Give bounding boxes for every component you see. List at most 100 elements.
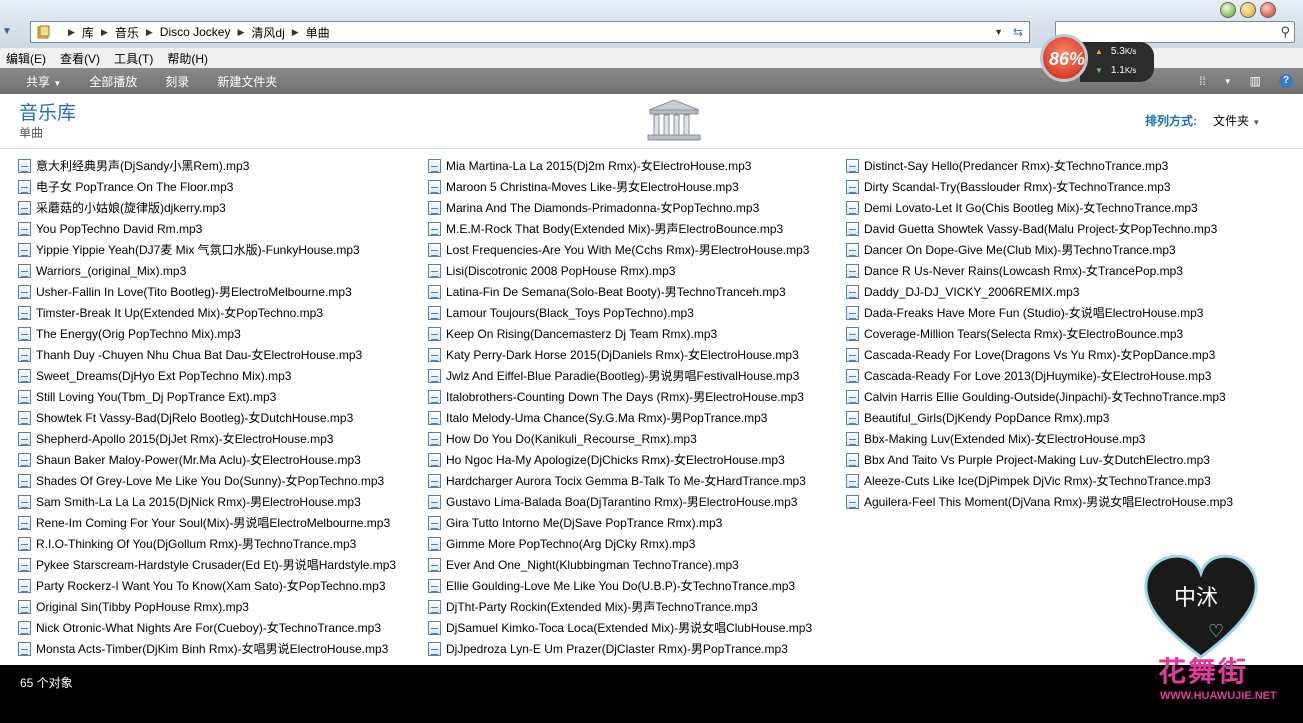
breadcrumb-item[interactable]: 清风dj: [251, 24, 284, 41]
share-button[interactable]: 共享 ▼: [26, 73, 61, 90]
file-item[interactable]: Still Loving You(Tbm_Dj PopTrance Ext).m…: [18, 386, 396, 407]
menu-edit[interactable]: 编辑(E): [4, 50, 48, 67]
file-item[interactable]: Cascada-Ready For Love(Dragons Vs Yu Rmx…: [846, 344, 1233, 365]
menu-help[interactable]: 帮助(H): [165, 50, 210, 67]
file-item[interactable]: Sweet_Dreams(DjHyo Ext PopTechno Mix).mp…: [18, 365, 396, 386]
file-item[interactable]: David Guetta Showtek Vassy-Bad(Malu Proj…: [846, 218, 1233, 239]
view-options-icon[interactable]: ⁞⁞: [1199, 74, 1206, 88]
file-item[interactable]: Party Rockerz-I Want You To Know(Xam Sat…: [18, 575, 396, 596]
audio-file-icon: [846, 347, 859, 362]
file-item[interactable]: Gustavo Lima-Balada Boa(DjTarantino Rmx)…: [428, 491, 812, 512]
file-item[interactable]: Calvin Harris Ellie Goulding-Outside(Jin…: [846, 386, 1233, 407]
file-item[interactable]: Ever And One_Night(Klubbingman TechnoTra…: [428, 554, 812, 575]
net-speed-widget[interactable]: 86% ▲ 5.3K/s ▼ 1.1K/s: [1040, 34, 1155, 86]
address-box[interactable]: ▶ 库 ▶ 音乐 ▶ Disco Jockey ▶ 清风dj ▶ 单曲 ▼ ⇆: [30, 21, 1030, 43]
file-item[interactable]: Cascada-Ready For Love 2013(DjHuymike)-女…: [846, 365, 1233, 386]
file-item[interactable]: Coverage-Million Tears(Selecta Rmx)-女Ele…: [846, 323, 1233, 344]
file-item[interactable]: Shepherd-Apollo 2015(DjJet Rmx)-女Electro…: [18, 428, 396, 449]
refresh-icon[interactable]: ⇆: [1013, 22, 1023, 42]
file-item[interactable]: Hardcharger Aurora Tocix Gemma B-Talk To…: [428, 470, 812, 491]
file-item[interactable]: Dirty Scandal-Try(Basslouder Rmx)-女Techn…: [846, 176, 1233, 197]
file-item[interactable]: Marina And The Diamonds-Primadonna-女PopT…: [428, 197, 812, 218]
file-name: You PopTechno David Rm.mp3: [36, 221, 203, 236]
file-item[interactable]: Thanh Duy -Chuyen Nhu Chua Bat Dau-女Elec…: [18, 344, 396, 365]
file-item[interactable]: Beautiful_Girls(DjKendy PopDance Rmx).mp…: [846, 407, 1233, 428]
file-item[interactable]: Shades Of Grey-Love Me Like You Do(Sunny…: [18, 470, 396, 491]
file-item[interactable]: Maroon 5 Christina-Moves Like-男女ElectroH…: [428, 176, 812, 197]
file-item[interactable]: Mia Martina-La La 2015(Dj2m Rmx)-女Electr…: [428, 155, 812, 176]
file-item[interactable]: Nick Otronic-What Nights Are For(Cueboy)…: [18, 617, 396, 638]
chevron-down-icon[interactable]: ▼: [1224, 77, 1232, 86]
file-item[interactable]: Dancer On Dope-Give Me(Club Mix)-男Techno…: [846, 239, 1233, 260]
file-item[interactable]: Daddy_DJ-DJ_VICKY_2006REMIX.mp3: [846, 281, 1233, 302]
file-item[interactable]: DjTht-Party Rockin(Extended Mix)-男声Techn…: [428, 596, 812, 617]
file-item[interactable]: Demi Lovato-Let It Go(Chis Bootleg Mix)-…: [846, 197, 1233, 218]
file-item[interactable]: DjJpedroza Lyn-E Um Prazer(DjClaster Rmx…: [428, 638, 812, 659]
file-item[interactable]: Gimme More PopTechno(Arg DjCky Rmx).mp3: [428, 533, 812, 554]
file-item[interactable]: Usher-Fallin In Love(Tito Bootleg)-男Elec…: [18, 281, 396, 302]
file-item[interactable]: Lost Frequencies-Are You With Me(Cchs Rm…: [428, 239, 812, 260]
file-name: Dance R Us-Never Rains(Lowcash Rmx)-女Tra…: [864, 264, 1183, 278]
chevron-right-icon[interactable]: ▶: [146, 27, 153, 38]
file-item[interactable]: M.E.M-Rock That Body(Extended Mix)-男声Ele…: [428, 218, 812, 239]
file-item[interactable]: R.I.O-Thinking Of You(DjGollum Rmx)-男Tec…: [18, 533, 396, 554]
arrange-by-dropdown[interactable]: 文件夹 ▼: [1213, 112, 1260, 129]
preview-pane-icon[interactable]: ▥: [1250, 74, 1261, 88]
file-item[interactable]: Dada-Freaks Have More Fun (Studio)-女说唱El…: [846, 302, 1233, 323]
file-item[interactable]: Rene-Im Coming For Your Soul(Mix)-男说唱Ele…: [18, 512, 396, 533]
file-item[interactable]: DjSamuel Kimko-Toca Loca(Extended Mix)-男…: [428, 617, 812, 638]
file-item[interactable]: Shaun Baker Maloy-Power(Mr.Ma Aclu)-女Ele…: [18, 449, 396, 470]
close-button[interactable]: [1260, 2, 1276, 18]
file-item[interactable]: 电子女 PopTrance On The Floor.mp3: [18, 176, 396, 197]
file-item[interactable]: The Energy(Orig PopTechno Mix).mp3: [18, 323, 396, 344]
file-item[interactable]: 采蘑菇的小姑娘(旋律版)djkerry.mp3: [18, 197, 396, 218]
burn-button[interactable]: 刻录: [165, 73, 189, 90]
breadcrumb-item[interactable]: 库: [82, 24, 94, 41]
help-icon[interactable]: ?: [1279, 74, 1293, 88]
file-item[interactable]: Bbx And Taito Vs Purple Project-Making L…: [846, 449, 1233, 470]
file-item[interactable]: Ho Ngoc Ha-My Apologize(DjChicks Rmx)-女E…: [428, 449, 812, 470]
chevron-right-icon[interactable]: ▶: [292, 27, 299, 38]
file-item[interactable]: Distinct-Say Hello(Predancer Rmx)-女Techn…: [846, 155, 1233, 176]
search-icon[interactable]: ⚲: [1280, 24, 1290, 40]
file-item[interactable]: You PopTechno David Rm.mp3: [18, 218, 396, 239]
file-item[interactable]: How Do You Do(Kanikuli_Recourse_Rmx).mp3: [428, 428, 812, 449]
file-item[interactable]: Keep On Rising(Dancemasterz Dj Team Rmx)…: [428, 323, 812, 344]
file-item[interactable]: Gira Tutto Intorno Me(DjSave PopTrance R…: [428, 512, 812, 533]
file-item[interactable]: Latina-Fin De Semana(Solo-Beat Booty)-男T…: [428, 281, 812, 302]
file-item[interactable]: Aleeze-Cuts Like Ice(DjPimpek DjVic Rmx)…: [846, 470, 1233, 491]
minimize-button[interactable]: [1220, 2, 1236, 18]
play-all-button[interactable]: 全部播放: [89, 73, 137, 90]
maximize-button[interactable]: [1240, 2, 1256, 18]
file-item[interactable]: Dance R Us-Never Rains(Lowcash Rmx)-女Tra…: [846, 260, 1233, 281]
chevron-right-icon[interactable]: ▶: [101, 27, 108, 38]
file-item[interactable]: Warriors_(original_Mix).mp3: [18, 260, 396, 281]
file-item[interactable]: Katy Perry-Dark Horse 2015(DjDaniels Rmx…: [428, 344, 812, 365]
file-item[interactable]: Ellie Goulding-Love Me Like You Do(U.B.P…: [428, 575, 812, 596]
file-item[interactable]: Timster-Break It Up(Extended Mix)-女PopTe…: [18, 302, 396, 323]
nav-dropdown-icon[interactable]: ▼: [2, 26, 12, 37]
file-item[interactable]: Jwlz And Eiffel-Blue Paradie(Bootleg)-男说…: [428, 365, 812, 386]
breadcrumb-item[interactable]: 音乐: [115, 24, 139, 41]
file-item[interactable]: Aguilera-Feel This Moment(DjVana Rmx)-男说…: [846, 491, 1233, 512]
file-item[interactable]: Original Sin(Tibby PopHouse Rmx).mp3: [18, 596, 396, 617]
file-item[interactable]: Sam Smith-La La La 2015(DjNick Rmx)-男Ele…: [18, 491, 396, 512]
chevron-right-icon[interactable]: ▶: [237, 27, 244, 38]
file-item[interactable]: Italobrothers-Counting Down The Days (Rm…: [428, 386, 812, 407]
breadcrumb-item[interactable]: 单曲: [306, 24, 330, 41]
file-item[interactable]: Lisi(Discotronic 2008 PopHouse Rmx).mp3: [428, 260, 812, 281]
file-item[interactable]: Monsta Acts-Timber(DjKim Binh Rmx)-女唱男说E…: [18, 638, 396, 659]
new-folder-button[interactable]: 新建文件夹: [217, 73, 277, 90]
breadcrumb-item[interactable]: Disco Jockey: [160, 25, 231, 39]
file-item[interactable]: Showtek Ft Vassy-Bad(DjRelo Bootleg)-女Du…: [18, 407, 396, 428]
file-item[interactable]: Pykee Starscream-Hardstyle Crusader(Ed E…: [18, 554, 396, 575]
file-item[interactable]: Italo Melody-Uma Chance(Sy.G.Ma Rmx)-男Po…: [428, 407, 812, 428]
file-item[interactable]: Yippie Yippie Yeah(DJ7麦 Mix 气氛口水版)-Funky…: [18, 239, 396, 260]
menu-tools[interactable]: 工具(T): [112, 50, 155, 67]
file-item[interactable]: Bbx-Making Luv(Extended Mix)-女ElectroHou…: [846, 428, 1233, 449]
file-item[interactable]: 意大利经典男声(DjSandy小黑Rem).mp3: [18, 155, 396, 176]
file-item[interactable]: Lamour Toujours(Black_Toys PopTechno).mp…: [428, 302, 812, 323]
address-dropdown-icon[interactable]: ▼: [994, 22, 1003, 42]
menu-view[interactable]: 查看(V): [58, 50, 102, 67]
chevron-right-icon[interactable]: ▶: [68, 27, 75, 38]
